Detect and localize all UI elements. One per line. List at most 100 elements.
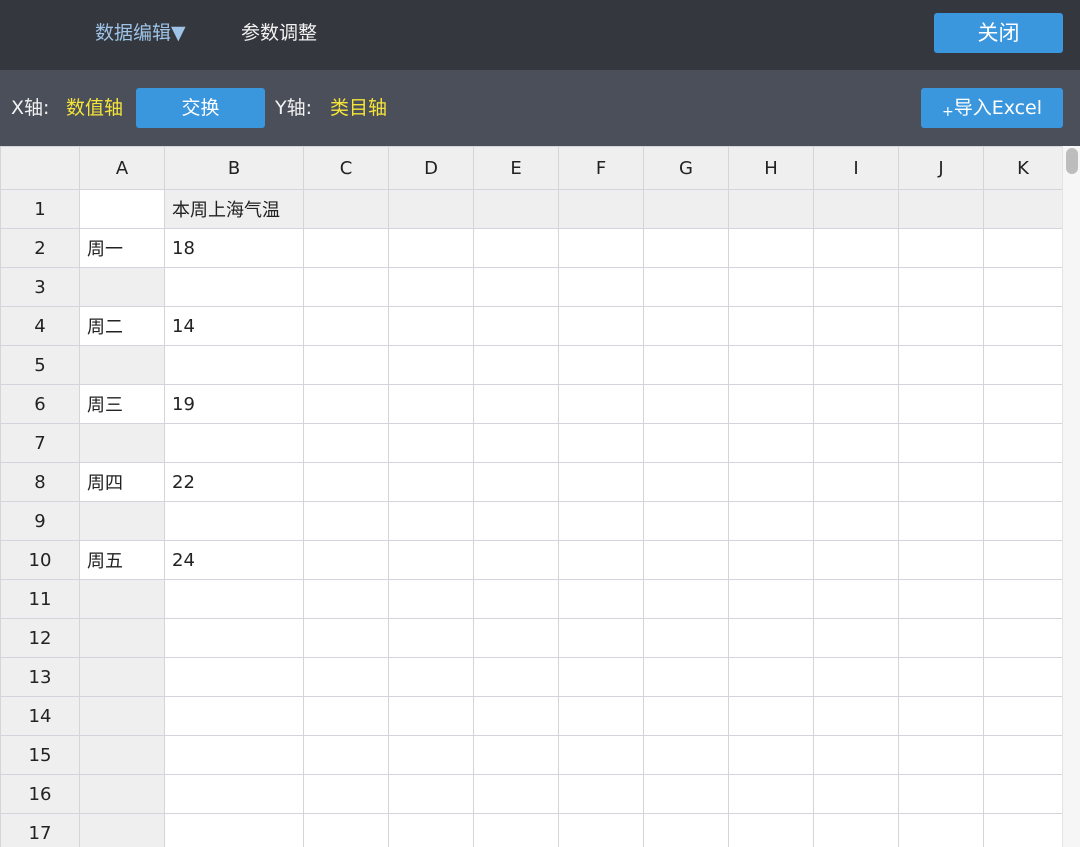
row-header[interactable]: 14 <box>0 696 80 736</box>
grid-cell[interactable] <box>303 813 389 847</box>
grid-cell[interactable] <box>898 228 984 268</box>
grid-cell[interactable] <box>898 384 984 424</box>
row-header[interactable]: 9 <box>0 501 80 541</box>
grid-cell[interactable] <box>473 423 559 463</box>
grid-cell[interactable] <box>558 306 644 346</box>
row-header[interactable]: 17 <box>0 813 80 847</box>
grid-cell[interactable] <box>898 579 984 619</box>
grid-cell[interactable] <box>728 813 814 847</box>
grid-cell[interactable] <box>79 696 165 736</box>
grid-cell[interactable] <box>898 540 984 580</box>
grid-cell[interactable] <box>558 189 644 229</box>
grid-cell[interactable] <box>303 618 389 658</box>
grid-cell[interactable] <box>813 813 899 847</box>
grid-cell[interactable] <box>473 345 559 385</box>
grid-cell[interactable] <box>473 462 559 502</box>
grid-cell[interactable] <box>473 228 559 268</box>
grid-cell[interactable] <box>643 735 729 775</box>
grid-cell[interactable] <box>473 306 559 346</box>
grid-cell[interactable] <box>643 345 729 385</box>
vertical-scrollbar[interactable] <box>1062 146 1080 847</box>
row-header[interactable]: 1 <box>0 189 80 229</box>
grid-cell[interactable] <box>388 540 474 580</box>
grid-cell[interactable] <box>473 813 559 847</box>
grid-cell[interactable] <box>728 657 814 697</box>
grid-cell[interactable] <box>303 345 389 385</box>
grid-cell[interactable] <box>473 189 559 229</box>
grid-cell[interactable] <box>303 696 389 736</box>
grid-cell[interactable] <box>983 813 1062 847</box>
scrollbar-thumb[interactable] <box>1066 148 1078 174</box>
grid-cell[interactable] <box>303 462 389 502</box>
grid-cell[interactable] <box>303 657 389 697</box>
grid-cell[interactable] <box>388 657 474 697</box>
grid-cell[interactable] <box>79 189 165 229</box>
grid-cell[interactable] <box>303 228 389 268</box>
column-header-f[interactable]: F <box>558 146 644 190</box>
grid-cell[interactable] <box>558 462 644 502</box>
grid-cell[interactable] <box>983 540 1062 580</box>
grid-cell[interactable] <box>303 306 389 346</box>
grid-cell[interactable] <box>164 735 304 775</box>
grid-cell[interactable] <box>728 774 814 814</box>
grid-cell[interactable] <box>643 696 729 736</box>
grid-cell[interactable]: 22 <box>164 462 304 502</box>
grid-cell[interactable] <box>728 306 814 346</box>
grid-cell[interactable] <box>898 501 984 541</box>
row-header[interactable]: 11 <box>0 579 80 619</box>
grid-cell[interactable]: 14 <box>164 306 304 346</box>
grid-cell[interactable] <box>728 228 814 268</box>
grid-cell[interactable] <box>79 579 165 619</box>
corner-cell[interactable] <box>0 146 80 190</box>
grid-cell[interactable] <box>983 423 1062 463</box>
grid-cell[interactable]: 周二 <box>79 306 165 346</box>
grid-cell[interactable] <box>558 228 644 268</box>
grid-cell[interactable] <box>643 657 729 697</box>
grid-cell[interactable] <box>303 384 389 424</box>
grid-cell[interactable] <box>388 774 474 814</box>
grid-cell[interactable] <box>558 813 644 847</box>
row-header[interactable]: 3 <box>0 267 80 307</box>
row-header[interactable]: 15 <box>0 735 80 775</box>
grid-cell[interactable] <box>388 462 474 502</box>
grid-cell[interactable] <box>79 618 165 658</box>
grid-cell[interactable] <box>303 774 389 814</box>
grid-cell[interactable] <box>983 462 1062 502</box>
grid-cell[interactable] <box>558 384 644 424</box>
grid-cell[interactable] <box>558 774 644 814</box>
grid-cell[interactable]: 24 <box>164 540 304 580</box>
grid-cell[interactable] <box>983 735 1062 775</box>
grid-cell[interactable] <box>728 462 814 502</box>
grid-cell[interactable] <box>388 345 474 385</box>
row-header[interactable]: 4 <box>0 306 80 346</box>
column-header-k[interactable]: K <box>983 146 1062 190</box>
grid-cell[interactable] <box>643 813 729 847</box>
row-header[interactable]: 16 <box>0 774 80 814</box>
grid-cell[interactable] <box>813 696 899 736</box>
grid-cell[interactable] <box>473 501 559 541</box>
grid-cell[interactable] <box>983 228 1062 268</box>
grid-cell[interactable] <box>728 423 814 463</box>
grid-cell[interactable] <box>898 267 984 307</box>
grid-cell[interactable] <box>164 345 304 385</box>
grid-cell[interactable] <box>643 618 729 658</box>
grid-cell[interactable] <box>164 267 304 307</box>
grid-cell[interactable] <box>164 813 304 847</box>
grid-cell[interactable] <box>388 813 474 847</box>
column-header-c[interactable]: C <box>303 146 389 190</box>
grid-cell[interactable] <box>79 657 165 697</box>
grid-cell[interactable] <box>728 384 814 424</box>
grid-cell[interactable] <box>898 306 984 346</box>
close-button[interactable]: 关闭 <box>934 13 1063 53</box>
grid-cell[interactable] <box>898 345 984 385</box>
row-header[interactable]: 7 <box>0 423 80 463</box>
menu-data-edit[interactable]: 数据编辑▼ <box>95 19 186 47</box>
grid-cell[interactable] <box>898 735 984 775</box>
grid-cell[interactable] <box>164 501 304 541</box>
grid-cell[interactable] <box>813 462 899 502</box>
grid-cell[interactable] <box>388 228 474 268</box>
grid-cell[interactable] <box>898 657 984 697</box>
grid-cell[interactable] <box>473 540 559 580</box>
grid-cell[interactable] <box>728 267 814 307</box>
grid-cell[interactable] <box>303 501 389 541</box>
